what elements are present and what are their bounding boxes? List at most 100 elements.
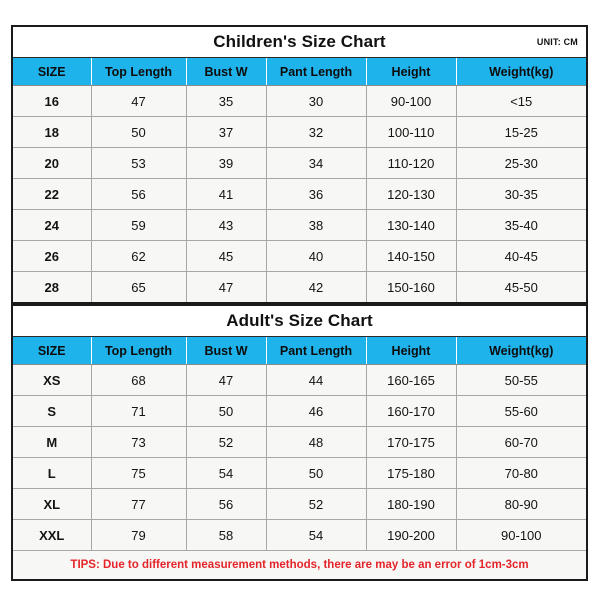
cell-top-length: 79 xyxy=(91,519,187,551)
children-col-size: SIZE xyxy=(12,57,92,86)
cell-weight: 45-50 xyxy=(456,271,587,303)
cell-top-length: 73 xyxy=(91,426,187,458)
cell-top-length: 75 xyxy=(91,457,187,489)
cell-pant-length: 40 xyxy=(266,240,367,272)
cell-size: XS xyxy=(12,364,92,396)
table-row: XXL 79 58 54 190-200 90-100 xyxy=(12,519,588,551)
children-table-head: Children's Size Chart UNIT: CM SIZE Top … xyxy=(12,26,587,86)
table-row: 28 65 47 42 150-160 45-50 xyxy=(12,271,587,303)
cell-weight: 55-60 xyxy=(456,395,588,427)
cell-bust-w: 47 xyxy=(186,364,267,396)
adult-title-row: Adult's Size Chart xyxy=(12,305,588,337)
cell-pant-length: 42 xyxy=(266,271,367,303)
cell-bust-w: 43 xyxy=(186,209,267,241)
unit-label: UNIT: CM xyxy=(536,37,578,47)
size-chart-stack: Children's Size Chart UNIT: CM SIZE Top … xyxy=(11,25,589,581)
cell-height: 130-140 xyxy=(366,209,457,241)
table-row: 22 56 41 36 120-130 30-35 xyxy=(12,178,587,210)
cell-bust-w: 58 xyxy=(186,519,267,551)
cell-size: 28 xyxy=(12,271,92,303)
table-row: 16 47 35 30 90-100 <15 xyxy=(12,85,587,117)
cell-pant-length: 46 xyxy=(266,395,367,427)
table-row: S 71 50 46 160-170 55-60 xyxy=(12,395,588,427)
cell-pant-length: 50 xyxy=(266,457,367,489)
cell-bust-w: 37 xyxy=(186,116,267,148)
cell-pant-length: 48 xyxy=(266,426,367,458)
adult-header-row: SIZE Top Length Bust W Pant Length Heigh… xyxy=(12,336,588,365)
cell-weight: 30-35 xyxy=(456,178,587,210)
cell-top-length: 77 xyxy=(91,488,187,520)
table-row: M 73 52 48 170-175 60-70 xyxy=(12,426,588,458)
cell-bust-w: 52 xyxy=(186,426,267,458)
cell-weight: <15 xyxy=(456,85,587,117)
cell-pant-length: 54 xyxy=(266,519,367,551)
adult-col-bust-w: Bust W xyxy=(186,336,267,365)
adult-title-cell: Adult's Size Chart xyxy=(12,305,588,337)
cell-top-length: 62 xyxy=(91,240,187,272)
cell-weight: 25-30 xyxy=(456,147,587,179)
cell-height: 90-100 xyxy=(366,85,457,117)
cell-size: 20 xyxy=(12,147,92,179)
cell-top-length: 47 xyxy=(91,85,187,117)
cell-weight: 15-25 xyxy=(456,116,587,148)
table-row: 26 62 45 40 140-150 40-45 xyxy=(12,240,587,272)
cell-pant-length: 36 xyxy=(266,178,367,210)
cell-weight: 40-45 xyxy=(456,240,587,272)
cell-size: S xyxy=(12,395,92,427)
children-col-bust-w: Bust W xyxy=(186,57,267,86)
cell-pant-length: 30 xyxy=(266,85,367,117)
children-col-weight: Weight(kg) xyxy=(456,57,587,86)
cell-bust-w: 54 xyxy=(186,457,267,489)
children-col-height: Height xyxy=(366,57,457,86)
cell-size: 26 xyxy=(12,240,92,272)
cell-top-length: 71 xyxy=(91,395,187,427)
children-title-cell: Children's Size Chart UNIT: CM xyxy=(12,26,587,58)
children-table-body: 16 47 35 30 90-100 <15 18 50 37 32 100-1… xyxy=(12,85,587,303)
cell-pant-length: 32 xyxy=(266,116,367,148)
cell-size: 24 xyxy=(12,209,92,241)
cell-bust-w: 56 xyxy=(186,488,267,520)
cell-pant-length: 34 xyxy=(266,147,367,179)
children-chart-title: Children's Size Chart xyxy=(213,32,386,51)
cell-size: 22 xyxy=(12,178,92,210)
cell-bust-w: 35 xyxy=(186,85,267,117)
cell-top-length: 50 xyxy=(91,116,187,148)
table-row: L 75 54 50 175-180 70-80 xyxy=(12,457,588,489)
cell-top-length: 68 xyxy=(91,364,187,396)
cell-top-length: 65 xyxy=(91,271,187,303)
children-title-row: Children's Size Chart UNIT: CM xyxy=(12,26,587,58)
cell-pant-length: 44 xyxy=(266,364,367,396)
children-col-top-length: Top Length xyxy=(91,57,187,86)
adult-col-height: Height xyxy=(366,336,457,365)
cell-pant-length: 52 xyxy=(266,488,367,520)
cell-weight: 50-55 xyxy=(456,364,588,396)
cell-height: 100-110 xyxy=(366,116,457,148)
cell-height: 150-160 xyxy=(366,271,457,303)
cell-height: 110-120 xyxy=(366,147,457,179)
cell-size: L xyxy=(12,457,92,489)
adult-table-head: Adult's Size Chart SIZE Top Length Bust … xyxy=(12,305,588,365)
cell-height: 175-180 xyxy=(366,457,457,489)
table-row: XL 77 56 52 180-190 80-90 xyxy=(12,488,588,520)
cell-size: M xyxy=(12,426,92,458)
adult-col-top-length: Top Length xyxy=(91,336,187,365)
tips-note: TIPS: Due to different measurement metho… xyxy=(12,550,588,580)
cell-height: 140-150 xyxy=(366,240,457,272)
cell-pant-length: 38 xyxy=(266,209,367,241)
cell-weight: 35-40 xyxy=(456,209,587,241)
cell-weight: 80-90 xyxy=(456,488,588,520)
cell-height: 160-165 xyxy=(366,364,457,396)
table-row: XS 68 47 44 160-165 50-55 xyxy=(12,364,588,396)
cell-bust-w: 39 xyxy=(186,147,267,179)
cell-height: 120-130 xyxy=(366,178,457,210)
cell-weight: 60-70 xyxy=(456,426,588,458)
table-row: 18 50 37 32 100-110 15-25 xyxy=(12,116,587,148)
adult-col-pant-length: Pant Length xyxy=(266,336,367,365)
cell-size: 16 xyxy=(12,85,92,117)
cell-height: 180-190 xyxy=(366,488,457,520)
cell-height: 170-175 xyxy=(366,426,457,458)
adult-chart-title: Adult's Size Chart xyxy=(226,311,373,330)
adult-table-foot: TIPS: Due to different measurement metho… xyxy=(12,550,588,580)
adult-table-body: XS 68 47 44 160-165 50-55 S 71 50 46 160… xyxy=(12,364,588,551)
cell-height: 160-170 xyxy=(366,395,457,427)
